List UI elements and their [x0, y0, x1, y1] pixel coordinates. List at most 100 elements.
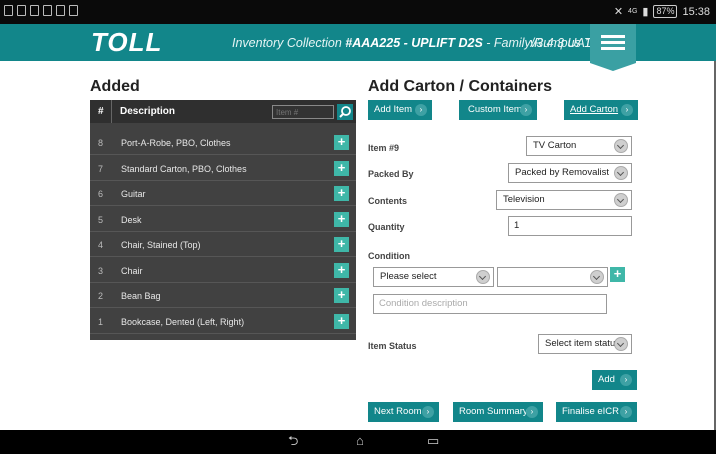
- battery-indicator: 87%: [653, 5, 678, 18]
- mute-icon: ✕: [613, 6, 624, 18]
- contents-value: Television: [503, 194, 545, 205]
- back-icon[interactable]: ⮌: [288, 434, 298, 448]
- item-status-value: Select item status: [545, 338, 620, 349]
- chevron-down-icon: [476, 270, 490, 284]
- table-row[interactable]: 7 Standard Carton, PBO, Clothes +: [90, 156, 356, 181]
- add-carton-label: Add Carton: [570, 104, 619, 115]
- row-description: Standard Carton, PBO, Clothes: [121, 163, 247, 174]
- plus-icon[interactable]: +: [334, 262, 349, 278]
- row-number: 3: [98, 265, 104, 276]
- row-number: 7: [98, 163, 104, 174]
- toll-logo: TOLL: [91, 27, 163, 57]
- contents-label: Contents: [368, 196, 407, 206]
- hamburger-icon-line: [601, 47, 625, 50]
- column-divider: [111, 100, 112, 123]
- recents-icon[interactable]: ▭: [427, 434, 439, 448]
- table-row[interactable]: 1 Bookcase, Dented (Left, Right) +: [90, 309, 356, 334]
- add-item-button[interactable]: Add Item ›: [368, 100, 432, 120]
- chevron-right-icon: ›: [621, 104, 633, 116]
- table-row[interactable]: 8 Port-A-Robe, PBO, Clothes +: [90, 130, 356, 155]
- condition-select-value: Please select: [380, 271, 437, 282]
- hamburger-icon: [601, 35, 625, 38]
- row-description: Desk: [121, 214, 142, 225]
- row-number: 4: [98, 240, 104, 250]
- custom-item-label: Custom Item: [468, 104, 522, 115]
- status-bar: ✕ 4G ▮ 87% 15:38: [0, 0, 716, 24]
- notification-icons: [4, 5, 78, 16]
- row-description: Port-A-Robe, PBO, Clothes: [121, 138, 231, 148]
- hamburger-menu-button[interactable]: [590, 24, 636, 71]
- row-number: 5: [98, 214, 104, 225]
- packed-by-value: Packed by Removalist: [515, 167, 609, 178]
- added-heading: Added: [90, 78, 140, 95]
- condition-label: Condition: [368, 251, 410, 261]
- finalise-eicr-button[interactable]: Finalise eICR ›: [556, 402, 637, 422]
- chevron-down-icon: [614, 337, 628, 351]
- add-condition-plus-icon[interactable]: +: [610, 267, 625, 282]
- plus-icon[interactable]: +: [334, 313, 349, 329]
- search-icon[interactable]: [337, 104, 353, 120]
- add-carton-heading: Add Carton / Containers: [368, 78, 553, 95]
- item-type-select[interactable]: TV Carton: [526, 136, 632, 156]
- signal-icon: ▮: [642, 6, 649, 18]
- job-reference: #AAA225 - UPLIFT D2S: [345, 36, 483, 50]
- item-status-select[interactable]: Select item status: [538, 334, 632, 354]
- plus-icon[interactable]: +: [334, 160, 349, 176]
- plus-icon[interactable]: +: [334, 237, 349, 252]
- condition-description-input[interactable]: Condition description: [373, 294, 607, 314]
- column-header-description: Description: [120, 106, 176, 117]
- room-summary-button[interactable]: Room Summary ›: [453, 402, 543, 422]
- row-description: Bean Bag: [121, 291, 161, 301]
- home-icon[interactable]: ⌂: [356, 434, 364, 448]
- chevron-down-icon: [614, 166, 628, 180]
- condition-select[interactable]: Please select: [373, 267, 494, 287]
- quantity-label: Quantity: [368, 222, 405, 232]
- app-version: v3.4.3 UAT: [530, 36, 592, 50]
- table-row[interactable]: 4 Chair, Stained (Top) +: [90, 232, 356, 257]
- chevron-right-icon: ›: [620, 374, 632, 386]
- table-row[interactable]: 3 Chair +: [90, 258, 356, 283]
- added-items-table: # Description 8 Port-A-Robe, PBO, Clothes…: [90, 100, 356, 340]
- packed-by-select[interactable]: Packed by Removalist: [508, 163, 632, 183]
- network-label: 4G: [628, 8, 638, 15]
- condition-detail-select[interactable]: [497, 267, 608, 287]
- plus-icon[interactable]: +: [334, 186, 349, 201]
- chevron-right-icon: ›: [526, 406, 538, 418]
- notification-icon: [69, 5, 78, 16]
- add-button-label: Add: [598, 374, 615, 385]
- notification-icon: [4, 5, 13, 16]
- app-window: ✕ 4G ▮ 87% 15:38 TOLL Inventory Collecti…: [0, 0, 716, 454]
- item-number-search-input[interactable]: [272, 105, 334, 119]
- hamburger-icon-line: [601, 41, 625, 44]
- column-header-number: #: [98, 106, 104, 117]
- table-row[interactable]: 2 Bean Bag +: [90, 283, 356, 308]
- add-carton-button[interactable]: Add Carton ›: [564, 100, 638, 120]
- item-status-label: Item Status: [368, 341, 417, 351]
- chevron-down-icon: [614, 139, 628, 153]
- next-room-button[interactable]: Next Room ›: [368, 402, 439, 422]
- chevron-down-icon: [614, 193, 628, 207]
- plus-icon[interactable]: +: [334, 135, 349, 150]
- chevron-down-icon: [590, 270, 604, 284]
- table-row[interactable]: 5 Desk +: [90, 207, 356, 232]
- add-button[interactable]: Add ›: [592, 370, 637, 390]
- notification-icon: [17, 5, 26, 16]
- quantity-input[interactable]: 1: [508, 216, 632, 236]
- row-description: Bookcase, Dented (Left, Right): [121, 316, 245, 327]
- plus-icon[interactable]: +: [334, 211, 349, 227]
- table-row[interactable]: 6 Guitar +: [90, 181, 356, 206]
- row-number: 8: [98, 138, 104, 148]
- notification-icon: [56, 5, 65, 16]
- finalise-eicr-label: Finalise eICR: [562, 406, 620, 417]
- item-number-label: Item #9: [368, 143, 400, 153]
- clock: 15:38: [682, 5, 710, 18]
- contents-select[interactable]: Television: [496, 190, 632, 210]
- custom-item-button[interactable]: Custom Item ›: [459, 100, 537, 120]
- next-room-label: Next Room: [374, 406, 422, 417]
- item-type-value: TV Carton: [533, 140, 577, 151]
- plus-icon[interactable]: +: [334, 288, 349, 303]
- notification-icon: [43, 5, 52, 16]
- download-icon: [30, 5, 39, 16]
- table-header: # Description: [90, 100, 356, 123]
- row-number: 2: [98, 291, 104, 301]
